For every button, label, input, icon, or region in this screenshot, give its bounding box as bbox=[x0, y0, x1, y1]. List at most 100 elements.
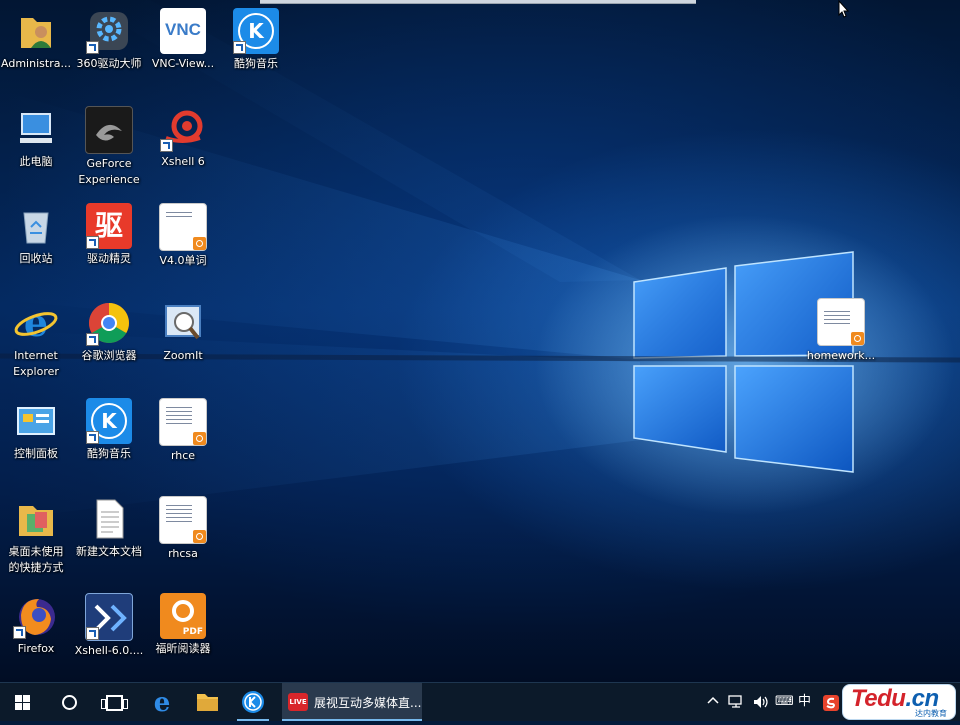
wps-badge-icon bbox=[851, 332, 864, 345]
window-edge bbox=[260, 0, 696, 4]
ime-mode-label: 中 bbox=[798, 694, 812, 709]
task-view-button[interactable] bbox=[91, 683, 135, 721]
desktop-icon-xshell6[interactable]: Xshell 6 bbox=[147, 100, 219, 170]
tray-ime-indicator[interactable]: 中 bbox=[798, 694, 811, 710]
zoomit-icon bbox=[160, 300, 206, 346]
cortana-circle-icon bbox=[62, 695, 77, 710]
icon-label: 酷狗音乐 bbox=[234, 57, 278, 70]
edge-icon: e bbox=[154, 688, 171, 718]
document-lines bbox=[824, 311, 850, 327]
svg-text:e: e bbox=[154, 688, 171, 718]
shortcut-arrow-icon bbox=[86, 236, 99, 249]
folder-icon bbox=[13, 496, 59, 542]
taskbar-file-explorer-button[interactable] bbox=[185, 683, 229, 721]
control-panel-icon bbox=[13, 398, 59, 444]
desktop-icon-this-pc[interactable]: 此电脑 bbox=[0, 100, 72, 170]
shortcut-arrow-icon bbox=[86, 431, 99, 444]
desktop-icon-administrator[interactable]: Administra... bbox=[0, 2, 72, 72]
tray-overflow-chevron[interactable] bbox=[707, 693, 719, 712]
desktop-icon-kugou-music[interactable]: K 酷狗音乐 bbox=[73, 392, 145, 462]
desktop-icon-foxit-reader[interactable]: PDF 福昕阅读器 bbox=[147, 587, 219, 657]
icon-label: rhce bbox=[170, 449, 196, 462]
foxit-pdf-icon: PDF bbox=[160, 593, 206, 639]
start-button[interactable] bbox=[0, 683, 44, 721]
taskbar-kugou-button[interactable] bbox=[231, 683, 275, 721]
sogou-s-icon bbox=[823, 695, 839, 711]
chevron-up-icon bbox=[707, 696, 719, 704]
icon-label: ZoomIt bbox=[163, 349, 203, 362]
desktop-icon-v40-words[interactable]: V4.0单词 bbox=[147, 197, 219, 269]
tray-volume[interactable] bbox=[752, 694, 770, 715]
taskbar-edge-button[interactable]: e bbox=[140, 683, 184, 721]
desktop-icon-homework[interactable]: homework... bbox=[803, 292, 879, 364]
shortcut-arrow-icon bbox=[86, 41, 99, 54]
document-icon bbox=[817, 298, 865, 346]
icon-label: Xshell-6.0.... bbox=[74, 644, 144, 657]
icon-label: 酷狗音乐 bbox=[87, 447, 131, 460]
chrome-icon bbox=[86, 300, 132, 346]
cortana-search-button[interactable] bbox=[46, 683, 90, 721]
desktop-icon-chrome[interactable]: 谷歌浏览器 bbox=[73, 294, 145, 364]
icon-label: rhcsa bbox=[168, 547, 198, 560]
desktop-icon-rhcsa[interactable]: rhcsa bbox=[147, 490, 219, 562]
driver-genius-icon: 驱 bbox=[86, 203, 132, 249]
wps-badge-icon bbox=[193, 530, 206, 543]
tray-sogou-ime[interactable] bbox=[823, 695, 839, 716]
icon-label: homework... bbox=[806, 349, 876, 362]
document-lines bbox=[166, 505, 192, 525]
desktop-icon-geforce-experience[interactable]: GeForce Experience bbox=[73, 100, 145, 188]
icon-label: 福昕阅读器 bbox=[155, 642, 211, 655]
network-icon bbox=[728, 695, 742, 708]
desktop-icon-unused-shortcuts[interactable]: 桌面未使用 的快捷方式 bbox=[0, 490, 72, 576]
xshell-installer-icon bbox=[85, 593, 133, 641]
desktop-icon-rhce[interactable]: rhce bbox=[147, 392, 219, 464]
shortcut-arrow-icon bbox=[86, 627, 99, 640]
icon-label: 新建文本文档 bbox=[76, 545, 142, 558]
icon-label: Internet Explorer bbox=[13, 349, 59, 378]
desktop-icon-internet-explorer[interactable]: e Internet Explorer bbox=[0, 294, 72, 380]
desktop[interactable]: Administra... 此电脑 回收站 e Internet Explore… bbox=[0, 0, 960, 682]
document-lines bbox=[166, 407, 192, 427]
desktop-icon-firefox[interactable]: Firefox bbox=[0, 587, 72, 657]
desktop-icon-zoomit[interactable]: ZoomIt bbox=[147, 294, 219, 364]
tedu-watermark-logo: Tedu.cn 达内教育 bbox=[842, 684, 956, 720]
desktop-icon-vnc-viewer[interactable]: VNC VNC-View... bbox=[147, 2, 219, 72]
vnc-glyph: VNC bbox=[165, 20, 201, 39]
brand-subtitle: 达内教育 bbox=[915, 709, 947, 718]
kugou-music-icon: K bbox=[86, 398, 132, 444]
kugou-music-icon: K bbox=[233, 8, 279, 54]
desktop-icon-kugou-music-top[interactable]: K 酷狗音乐 bbox=[220, 2, 292, 72]
tray-network[interactable] bbox=[728, 694, 746, 715]
desktop-icon-driver-genius[interactable]: 驱 驱动精灵 bbox=[73, 197, 145, 267]
windows-logo-icon bbox=[15, 695, 30, 710]
icon-label: Administra... bbox=[1, 57, 71, 70]
icon-label: 谷歌浏览器 bbox=[81, 349, 137, 362]
wps-badge-icon bbox=[193, 237, 206, 250]
recycle-bin-icon bbox=[13, 203, 59, 249]
icon-label: 360驱动大师 bbox=[76, 57, 142, 70]
desktop-icon-new-text-document[interactable]: 新建文本文档 bbox=[73, 490, 145, 560]
icon-label: 驱动精灵 bbox=[87, 252, 131, 265]
shortcut-arrow-icon bbox=[233, 41, 246, 54]
icon-label: GeForce Experience bbox=[78, 157, 140, 186]
internet-explorer-icon: e bbox=[13, 300, 59, 346]
icon-label: 回收站 bbox=[19, 252, 53, 265]
driver-gear-icon bbox=[86, 8, 132, 54]
desktop-icon-recycle-bin[interactable]: 回收站 bbox=[0, 197, 72, 267]
icon-label: 控制面板 bbox=[14, 447, 58, 460]
xshell-snail-icon bbox=[160, 106, 206, 152]
tray-keyboard[interactable]: ⌨ bbox=[775, 694, 794, 710]
desktop-icon-xshell-installer[interactable]: Xshell-6.0.... bbox=[73, 587, 145, 659]
document-icon bbox=[159, 496, 207, 544]
desktop-icon-360-driver[interactable]: 360驱动大师 bbox=[73, 2, 145, 72]
taskbar-live-broadcast-window[interactable]: LIVE 展视互动多媒体直... bbox=[282, 683, 422, 721]
icon-label: Firefox bbox=[17, 642, 55, 655]
live-app-icon: LIVE bbox=[288, 693, 308, 711]
user-folder-icon bbox=[13, 8, 59, 54]
shortcut-arrow-icon bbox=[13, 626, 26, 639]
desktop-icon-control-panel[interactable]: 控制面板 bbox=[0, 392, 72, 462]
wps-badge-icon bbox=[193, 432, 206, 445]
folder-icon bbox=[197, 694, 218, 711]
task-view-icon bbox=[101, 695, 128, 711]
vnc-viewer-icon: VNC bbox=[160, 8, 206, 54]
